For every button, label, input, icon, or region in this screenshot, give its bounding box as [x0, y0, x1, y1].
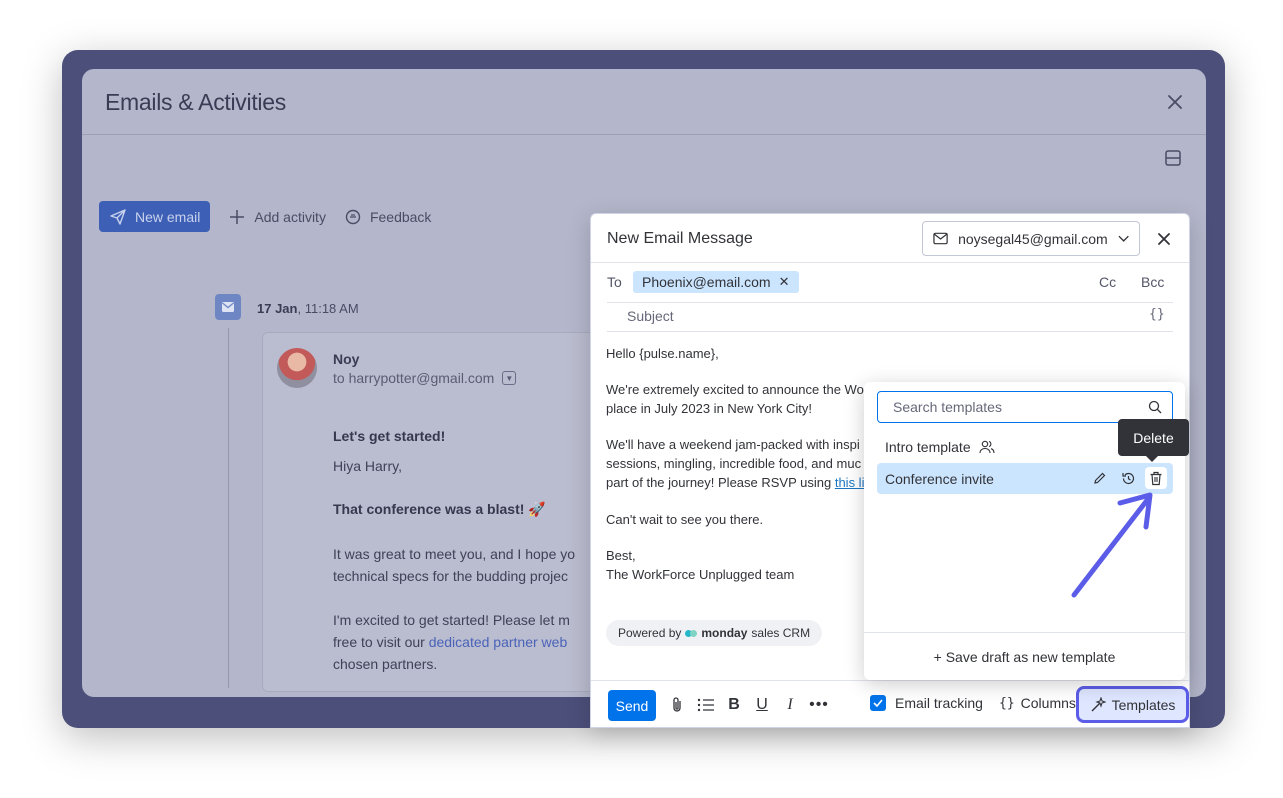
from-account-select[interactable]: noysegal45@gmail.com — [922, 221, 1140, 256]
close-icon[interactable] — [1164, 91, 1186, 113]
timeline-line — [228, 328, 229, 688]
partner-link[interactable]: dedicated partner web — [429, 634, 568, 650]
email-subheading: That conference was a blast! 🚀 — [333, 501, 546, 517]
divider — [607, 302, 1173, 303]
email-tracking-label: Email tracking — [895, 695, 983, 711]
send-button[interactable]: Send — [608, 690, 656, 721]
template-actions — [1089, 467, 1167, 489]
recipient-email: Phoenix@email.com — [642, 274, 771, 290]
brand-sub: sales CRM — [751, 626, 811, 640]
add-activity-button[interactable]: Add activity — [228, 208, 326, 226]
divider — [82, 134, 1206, 135]
activity-time: , 11:18 AM — [297, 301, 359, 316]
feedback-button[interactable]: Feedback — [344, 208, 431, 226]
envelope-icon — [933, 232, 948, 245]
bcc-button[interactable]: Bcc — [1141, 274, 1164, 290]
save-draft-as-template-button[interactable]: + Save draft as new template — [864, 632, 1185, 680]
rsvp-link[interactable]: this li — [835, 475, 865, 490]
compose-footer: Send B U I ••• Email tracking {} Columns… — [591, 680, 1189, 727]
activity-date: 17 Jan — [257, 301, 298, 316]
recipient-chip[interactable]: Phoenix@email.com ✕ — [633, 271, 799, 293]
send-icon — [110, 208, 126, 225]
email-line: free to visit our dedicated partner web — [333, 634, 567, 650]
modal-title: Emails & Activities — [105, 89, 286, 115]
underline-icon[interactable]: U — [753, 696, 771, 714]
email-line: technical specs for the budding projec — [333, 568, 569, 584]
cc-button[interactable]: Cc — [1099, 274, 1116, 290]
remove-recipient-icon[interactable]: ✕ — [779, 274, 790, 290]
split-view-icon[interactable] — [1164, 149, 1182, 167]
divider — [607, 331, 1173, 332]
email-line: It was great to meet you, and I hope yo — [333, 546, 576, 562]
powered-prefix: Powered by — [618, 626, 682, 640]
email-line: chosen partners. — [333, 656, 438, 672]
to-label: To — [607, 274, 622, 290]
bullet-list-icon[interactable] — [697, 696, 715, 714]
history-icon[interactable] — [1117, 467, 1139, 489]
subject-input[interactable]: Subject — [627, 308, 674, 324]
brand-name: monday — [701, 626, 748, 640]
chevron-down-icon[interactable]: ▼ — [502, 371, 517, 385]
email-line: Hiya Harry, — [333, 458, 402, 474]
plus-icon — [230, 209, 245, 224]
delete-tooltip: Delete — [1118, 419, 1189, 462]
sender-name: Noy — [333, 351, 360, 367]
templates-label: Templates — [1111, 696, 1176, 713]
braces-icon: {} — [999, 695, 1015, 711]
search-placeholder: Search templates — [893, 399, 1002, 415]
insert-variable-button[interactable]: {} — [1149, 307, 1165, 322]
email-line: I'm excited to get started! Please let m — [333, 612, 570, 628]
email-tracking-toggle[interactable]: Email tracking — [870, 695, 983, 711]
search-icon — [1148, 400, 1162, 414]
template-label: Intro template — [885, 438, 971, 455]
from-email: noysegal45@gmail.com — [958, 230, 1108, 247]
new-email-label: New email — [135, 208, 201, 225]
email-heading: Let's get started! — [333, 428, 446, 444]
more-options-icon[interactable]: ••• — [809, 696, 828, 714]
chat-bubble-icon — [345, 209, 361, 224]
columns-button[interactable]: {} Columns — [999, 695, 1076, 711]
checkbox-checked-icon[interactable] — [870, 695, 886, 711]
activity-toolbar: New email Add activity Feedback — [99, 201, 431, 232]
chevron-down-icon — [1118, 235, 1129, 242]
activity-timestamp: 17 Jan, 11:18 AM — [257, 301, 359, 316]
email-line-text: free to visit our — [333, 634, 429, 650]
close-icon[interactable] — [1156, 231, 1172, 247]
magic-wand-icon — [1091, 696, 1106, 711]
trash-icon[interactable] — [1145, 467, 1167, 489]
body-text: part of the journey! Please RSVP using — [606, 475, 835, 490]
monday-logo-icon — [685, 629, 698, 637]
italic-icon[interactable]: I — [781, 696, 799, 714]
feedback-label: Feedback — [369, 208, 432, 225]
email-activity-icon — [215, 294, 241, 320]
template-label: Conference invite — [885, 470, 994, 487]
powered-by-badge: Powered by monday sales CRM — [606, 620, 823, 646]
new-email-button[interactable]: New email — [99, 201, 211, 232]
recipient-line: to harrypotter@gmail.com ▼ — [333, 370, 517, 386]
recipient-text: to harrypotter@gmail.com — [333, 370, 495, 386]
attachment-icon[interactable] — [668, 696, 686, 714]
edit-icon[interactable] — [1089, 467, 1111, 489]
shared-users-icon — [979, 440, 995, 453]
compose-title: New Email Message — [607, 230, 753, 247]
bold-icon[interactable]: B — [725, 696, 743, 714]
avatar — [277, 348, 317, 388]
templates-button[interactable]: Templates — [1076, 686, 1189, 723]
columns-label: Columns — [1020, 695, 1076, 711]
divider — [591, 262, 1189, 263]
add-activity-label: Add activity — [254, 208, 326, 225]
template-item-selected[interactable]: Conference invite — [877, 463, 1173, 494]
body-line[interactable]: Hello {pulse.name}, — [606, 344, 1166, 363]
